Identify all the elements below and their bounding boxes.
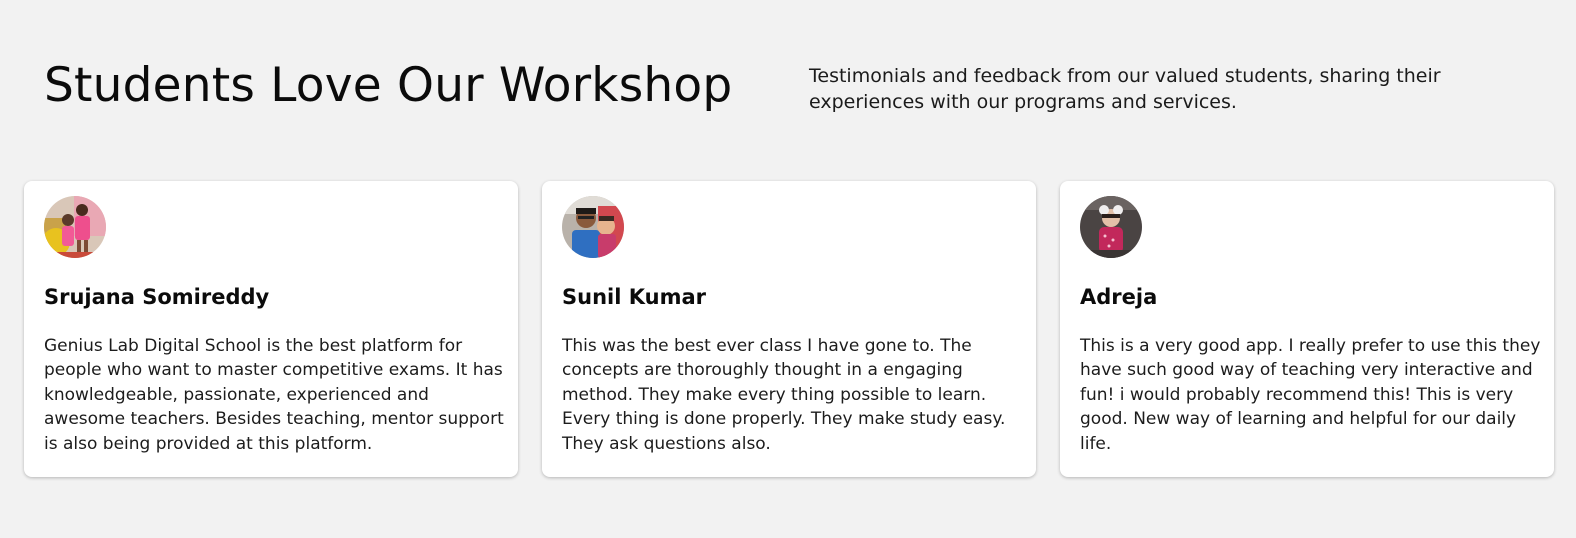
section-subtitle: Testimonials and feedback from our value… (809, 65, 1441, 113)
testimonial-card: Sunil Kumar This was the best ever class… (542, 181, 1036, 477)
section-header: Students Love Our Workshop Testimonials … (44, 58, 1544, 128)
testimonial-card: Srujana Somireddy Genius Lab Digital Sch… (24, 181, 518, 477)
section-title: Students Love Our Workshop (44, 58, 733, 113)
testimonial-name: Srujana Somireddy (44, 285, 270, 309)
testimonial-name: Adreja (1080, 285, 1158, 309)
testimonial-list: Srujana Somireddy Genius Lab Digital Sch… (24, 181, 1554, 477)
avatar (44, 196, 106, 258)
testimonial-name: Sunil Kumar (562, 285, 706, 309)
testimonial-quote: This is a very good app. I really prefer… (1080, 336, 1541, 454)
testimonial-quote: Genius Lab Digital School is the best pl… (44, 336, 504, 454)
avatar (562, 196, 624, 258)
testimonial-card: Adreja This is a very good app. I really… (1060, 181, 1554, 477)
avatar (1080, 196, 1142, 258)
testimonial-quote: This was the best ever class I have gone… (562, 336, 1006, 454)
